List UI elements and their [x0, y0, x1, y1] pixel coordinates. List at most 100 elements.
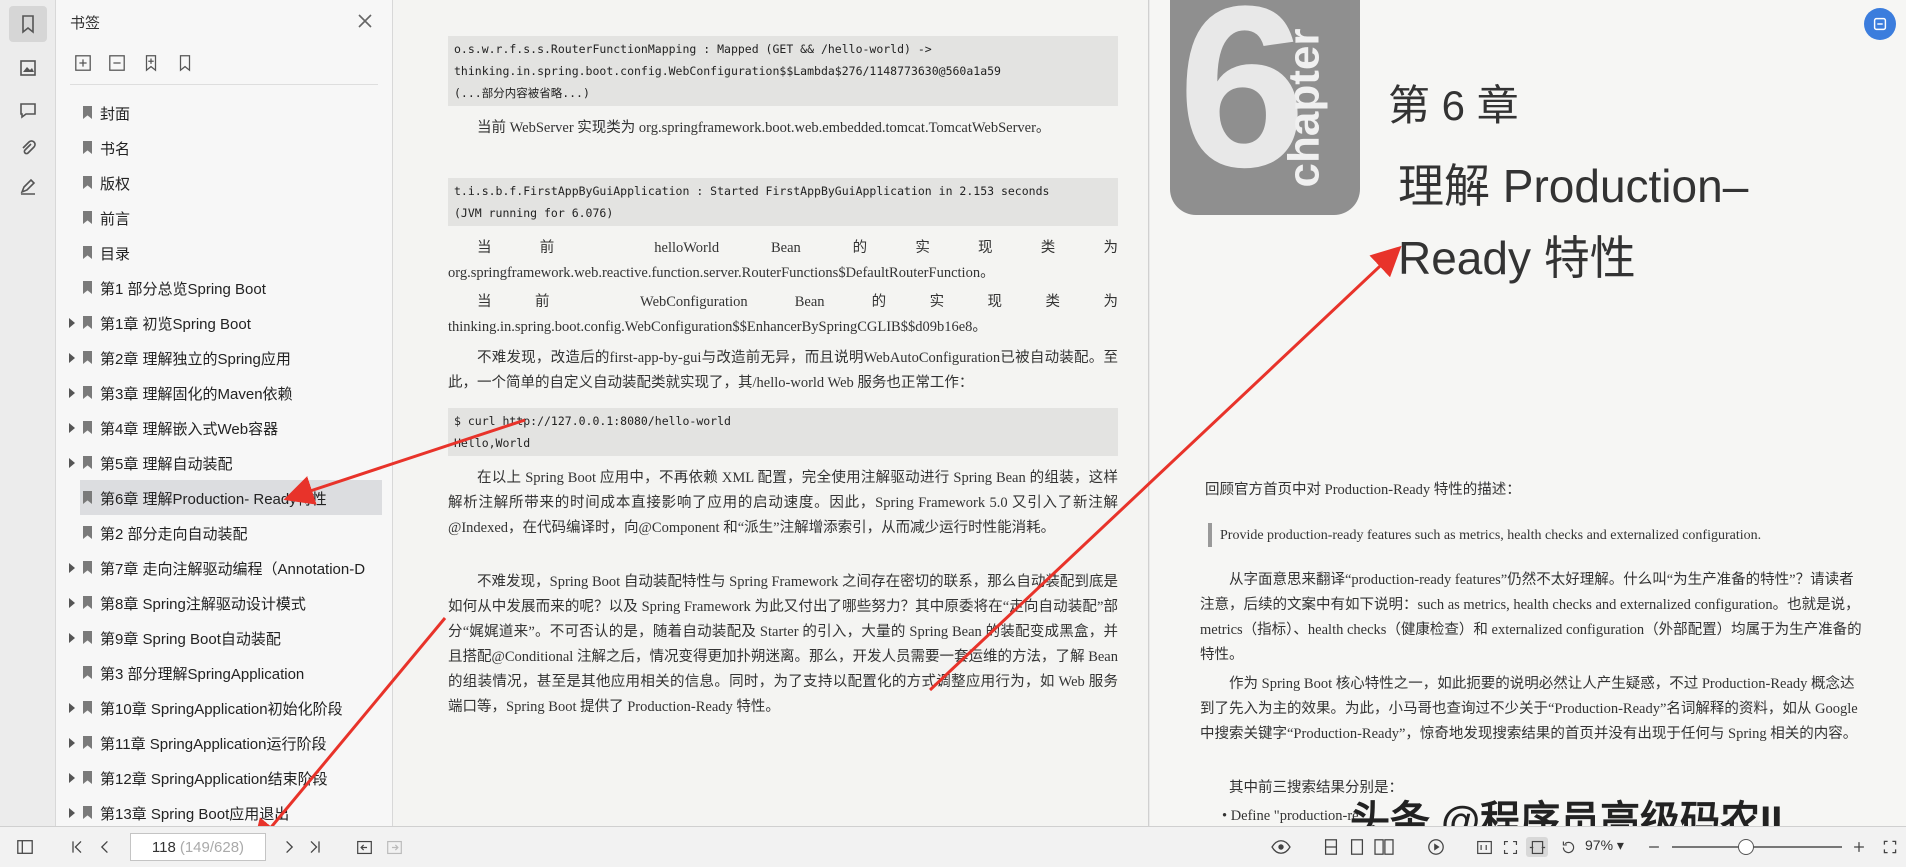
- eye-care-icon[interactable]: [1268, 837, 1294, 857]
- bookmark-icon: [83, 736, 92, 749]
- zoom-value: 97%: [1585, 837, 1614, 853]
- code-line: thinking.in.spring.boot.config.WebConfig…: [454, 64, 1001, 78]
- rotate-icon[interactable]: [1558, 837, 1578, 857]
- expand-arrow-icon[interactable]: [69, 808, 75, 818]
- bookmark-item[interactable]: 第10章 SpringApplication初始化阶段: [56, 690, 392, 725]
- paragraph: 回顾官方首页中对 Production-Ready 特性的描述：: [1205, 482, 1521, 498]
- code-line: o.s.w.r.f.s.s.RouterFunctionMapping : Ma…: [454, 42, 932, 56]
- bookmark-label: 第3 部分理解SpringApplication: [100, 666, 305, 683]
- bookmark-outline-icon[interactable]: [174, 52, 196, 74]
- bookmark-item[interactable]: 第5章 理解自动装配: [56, 445, 392, 480]
- next-page-icon[interactable]: [280, 837, 298, 857]
- bookmark-label: 第8章 Spring注解驱动设计模式: [100, 596, 306, 613]
- expand-arrow-icon[interactable]: [69, 318, 75, 328]
- bookmark-item[interactable]: 第9章 Spring Boot自动装配: [56, 620, 392, 655]
- last-page-icon[interactable]: [306, 837, 324, 857]
- bookmark-icon: [83, 561, 92, 574]
- add-bookmark-icon[interactable]: [140, 52, 162, 74]
- bookmark-item[interactable]: 封面: [56, 95, 392, 130]
- bookmark-item[interactable]: 第7章 走向注解驱动编程（Annotation-D: [56, 550, 392, 585]
- bookmark-label: 封面: [100, 106, 131, 123]
- zoom-in-icon[interactable]: [1850, 837, 1868, 857]
- divider: [70, 84, 378, 85]
- single-page-icon[interactable]: [1346, 837, 1368, 857]
- zoom-out-icon[interactable]: [1645, 837, 1663, 857]
- expand-arrow-icon[interactable]: [69, 353, 75, 363]
- bookmark-item[interactable]: 目录: [56, 235, 392, 270]
- app-icon[interactable]: [1864, 8, 1896, 40]
- bookmark-icon: [83, 211, 92, 224]
- fit-width-icon[interactable]: [1526, 837, 1548, 857]
- expand-arrow-icon[interactable]: [69, 773, 75, 783]
- bookmark-item[interactable]: 前言: [56, 200, 392, 235]
- paragraph: 当前 WebConfiguration Bean 的实现类为 thinking.…: [448, 294, 1118, 335]
- bookmark-label: 第1章 初览Spring Boot: [100, 316, 251, 333]
- expand-arrow-icon[interactable]: [69, 458, 75, 468]
- bookmark-label: 第5章 理解自动装配: [100, 456, 233, 473]
- bookmark-label: 第3章 理解固化的Maven依赖: [100, 386, 293, 403]
- bookmark-item[interactable]: 第13章 Spring Boot应用退出: [56, 795, 392, 830]
- page-total: (149/628): [179, 838, 245, 856]
- code-line: Hello,World: [454, 436, 531, 450]
- fullscreen-icon[interactable]: [1880, 837, 1900, 857]
- bookmark-item[interactable]: 第3章 理解固化的Maven依赖: [56, 375, 392, 410]
- bookmark-item[interactable]: 第1章 初览Spring Boot: [56, 305, 392, 340]
- bookmark-item[interactable]: 第12章 SpringApplication结束阶段: [56, 760, 392, 795]
- bookmark-label: 第1 部分总览Spring Boot: [100, 281, 266, 298]
- toggle-sidebar-icon[interactable]: [14, 837, 36, 857]
- comment-icon[interactable]: [9, 92, 47, 128]
- continuous-page-icon[interactable]: [1320, 837, 1342, 857]
- prev-page-icon[interactable]: [96, 837, 114, 857]
- paragraph: 在以上 Spring Boot 应用中，不再依赖 XML 配置，完全使用注解驱动…: [448, 470, 1118, 536]
- document-view[interactable]: o.s.w.r.f.s.s.RouterFunctionMapping : Ma…: [393, 0, 1906, 826]
- bookmark-item[interactable]: 第1 部分总览Spring Boot: [56, 270, 392, 305]
- bookmark-icon: [83, 596, 92, 609]
- quote-text: Provide production-ready features such a…: [1220, 528, 1762, 543]
- bookmark-item[interactable]: 书名: [56, 130, 392, 165]
- bookmark-item[interactable]: 第8章 Spring注解驱动设计模式: [56, 585, 392, 620]
- quote-bar: [1208, 523, 1212, 547]
- bookmark-item[interactable]: 第2章 理解独立的Spring应用: [56, 340, 392, 375]
- code-block-2: t.i.s.b.f.FirstAppByGuiApplication : Sta…: [448, 178, 1118, 226]
- bookmark-label: 第6章 理解Production- Ready特性: [100, 491, 327, 508]
- play-icon[interactable]: [1425, 837, 1447, 857]
- expand-arrow-icon[interactable]: [69, 598, 75, 608]
- double-page-icon[interactable]: [1372, 837, 1396, 857]
- actual-size-icon[interactable]: [1474, 837, 1494, 857]
- signature-icon[interactable]: [9, 168, 47, 204]
- expand-arrow-icon[interactable]: [69, 738, 75, 748]
- bookmark-item[interactable]: 第6章 理解Production- Ready特性: [80, 480, 382, 515]
- expand-arrow-icon[interactable]: [69, 633, 75, 643]
- code-line: (...部分内容被省略...): [454, 86, 590, 100]
- close-icon[interactable]: [356, 12, 374, 30]
- collapse-all-icon[interactable]: [106, 52, 128, 74]
- expand-all-icon[interactable]: [72, 52, 94, 74]
- bookmark-label: 书名: [100, 141, 131, 158]
- bookmark-icon: [83, 246, 92, 259]
- attachment-icon[interactable]: [9, 130, 47, 166]
- expand-arrow-icon[interactable]: [69, 423, 75, 433]
- bookmark-icon: [83, 806, 92, 819]
- zoom-level[interactable]: 97% ▾: [1585, 837, 1624, 854]
- bookmark-item[interactable]: 第4章 理解嵌入式Web容器: [56, 410, 392, 445]
- bookmark-item[interactable]: 第11章 SpringApplication运行阶段: [56, 725, 392, 760]
- code-line: (JVM running for 6.076): [454, 206, 614, 220]
- back-icon[interactable]: [354, 837, 374, 857]
- page-right: 6 chapter 第 6 章 理解 Production– Ready 特性 …: [1150, 0, 1906, 826]
- thumbnail-icon[interactable]: [9, 50, 47, 86]
- zoom-slider-handle[interactable]: [1738, 839, 1755, 855]
- bookmark-panel-icon[interactable]: [9, 6, 47, 42]
- bookmark-item[interactable]: 版权: [56, 165, 392, 200]
- bookmark-icon: [83, 666, 92, 679]
- zoom-slider[interactable]: [1672, 846, 1842, 848]
- paragraph: 不难发现，改造后的first-app-by-gui与改造前无异，而且说明WebA…: [448, 350, 1118, 391]
- fit-page-icon[interactable]: [1500, 837, 1520, 857]
- bookmark-item[interactable]: 第2 部分走向自动装配: [56, 515, 392, 550]
- forward-icon[interactable]: [384, 837, 404, 857]
- bookmark-item[interactable]: 第3 部分理解SpringApplication: [56, 655, 392, 690]
- page-number-input[interactable]: 118 (149/628): [130, 833, 266, 861]
- expand-arrow-icon[interactable]: [69, 388, 75, 398]
- first-page-icon[interactable]: [68, 837, 86, 857]
- expand-arrow-icon[interactable]: [69, 563, 75, 573]
- expand-arrow-icon[interactable]: [69, 703, 75, 713]
